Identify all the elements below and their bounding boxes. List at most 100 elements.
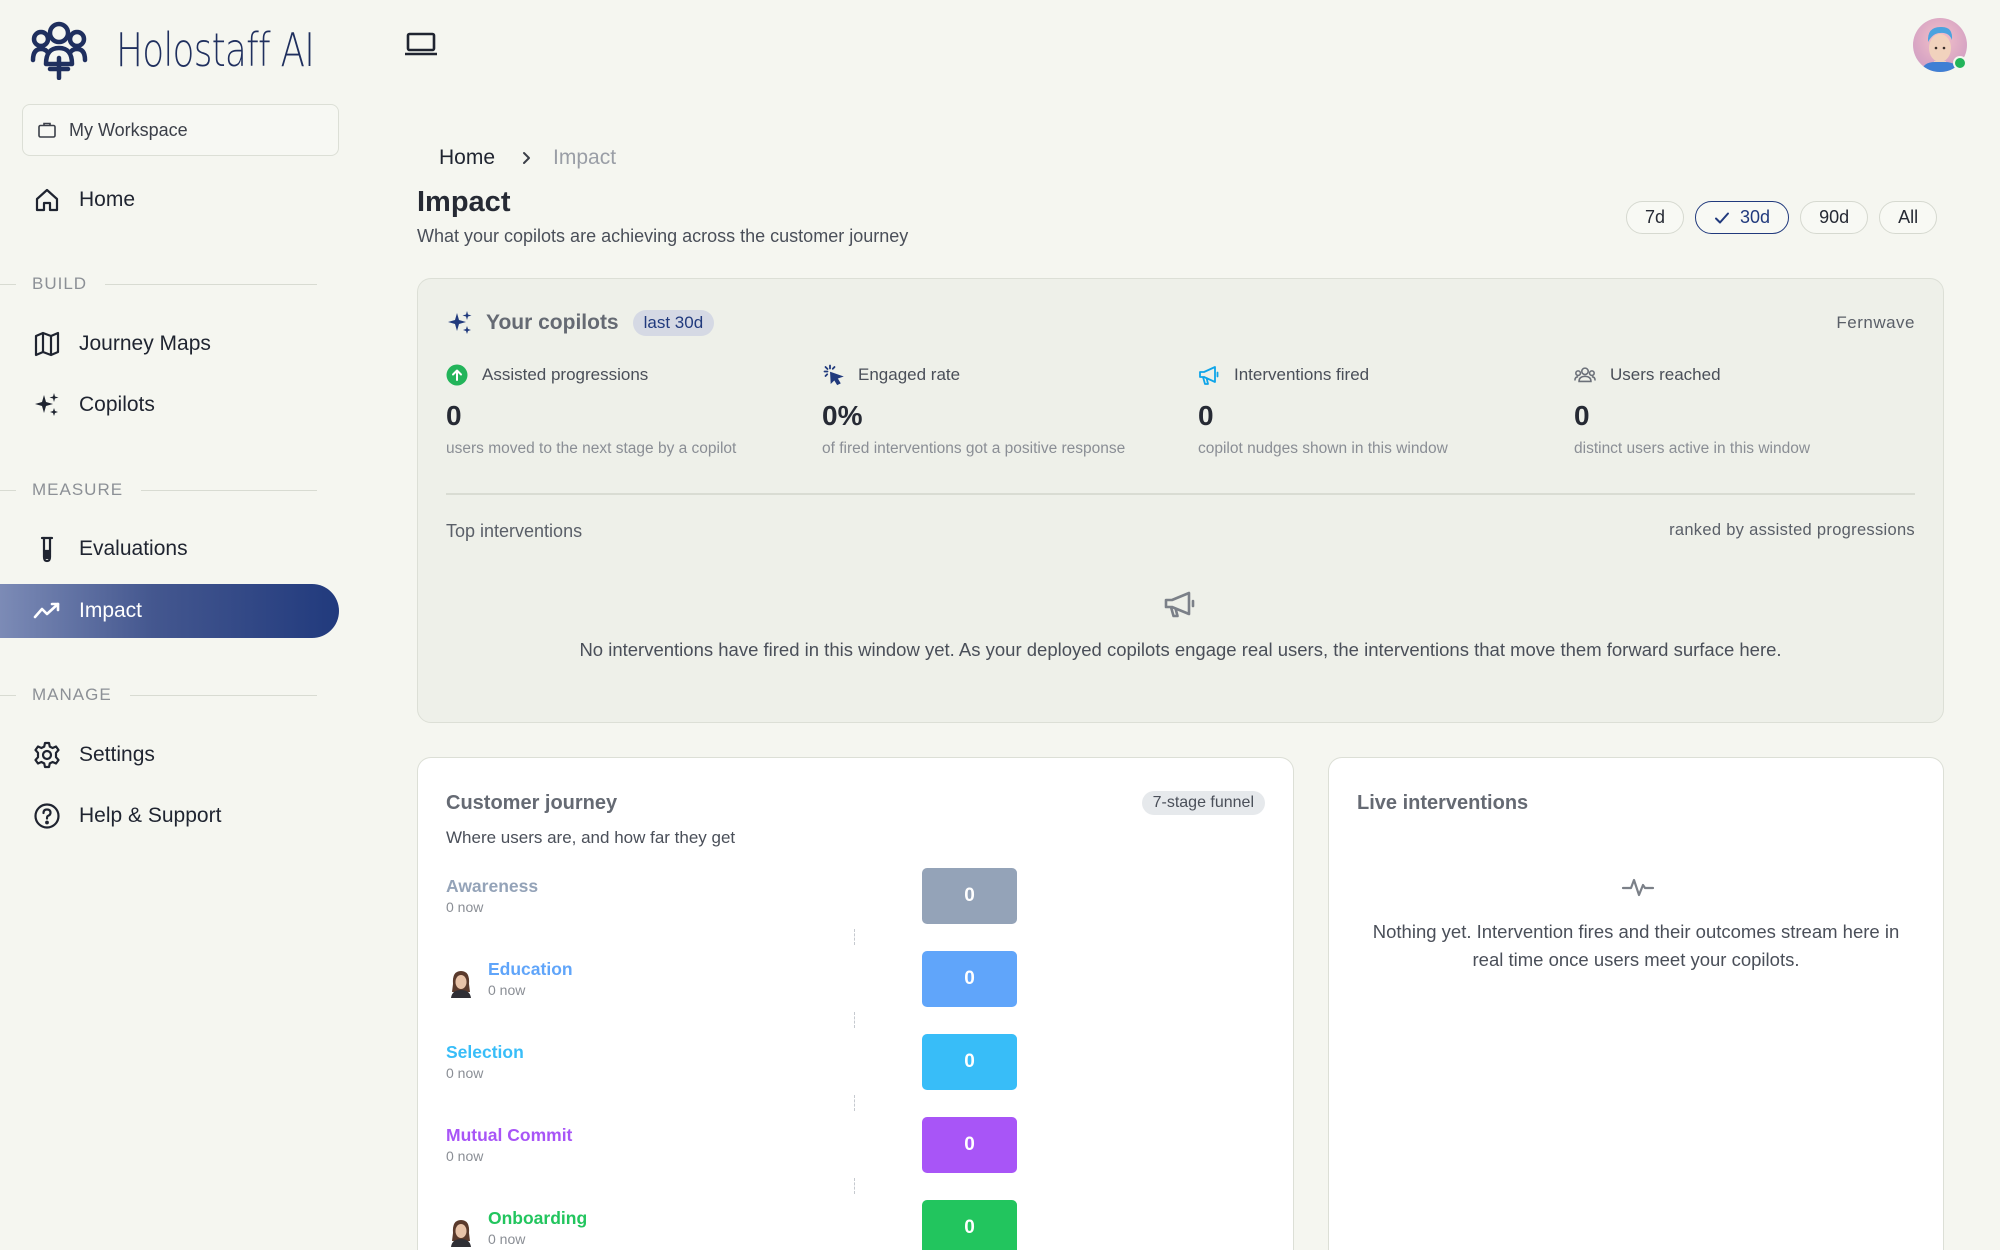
- stage-count-bar: 0: [922, 1200, 1017, 1250]
- copilot-avatar-icon: [451, 1220, 471, 1247]
- copilots-card-header: Your copilots last 30d: [446, 309, 715, 337]
- customer-journey-subtitle: Where users are, and how far they get: [446, 828, 736, 847]
- sidebar-item-label: Impact: [79, 599, 143, 622]
- check-icon: [1715, 212, 1730, 223]
- workspace-name: My Workspace: [69, 119, 188, 140]
- briefcase-icon: [38, 122, 56, 138]
- stage-name: Selection: [446, 1042, 524, 1062]
- funnel-stage-onboarding[interactable]: Onboarding 0 now 0: [446, 1200, 1266, 1250]
- page-title: Impact: [417, 186, 511, 218]
- trend-line-icon: [33, 602, 60, 619]
- metric-value: 0%: [822, 400, 863, 431]
- help-circle-icon: [34, 803, 60, 829]
- range-7d-button[interactable]: 7d: [1626, 201, 1685, 234]
- metric-label: Interventions fired: [1234, 365, 1370, 384]
- metric-description: users moved to the next stage by a copil…: [446, 440, 737, 457]
- time-range-selector: 7d 30d 90d All: [1626, 201, 1938, 234]
- metric-label: Users reached: [1610, 365, 1721, 384]
- sidebar-item-journey-maps[interactable]: Journey Maps: [0, 317, 339, 371]
- megaphone-icon: [1164, 591, 1195, 618]
- sparkles-icon: [448, 311, 472, 334]
- sidebar-item-copilots[interactable]: Copilots: [0, 378, 339, 432]
- funnel-connector: [854, 929, 855, 945]
- divider: [446, 493, 1915, 495]
- stage-count-bar: 0: [922, 1034, 1017, 1090]
- funnel-connector: [854, 1095, 855, 1111]
- funnel-badge: 7-stage funnel: [1141, 791, 1265, 815]
- live-interventions-card: Live interventions Nothing yet. Interven…: [1328, 757, 1944, 1250]
- chevron-right-icon: [523, 152, 531, 164]
- organization-name: Fernwave: [1836, 313, 1915, 332]
- sidebar-item-impact[interactable]: Impact: [0, 584, 339, 638]
- stage-name: Mutual Commit: [446, 1125, 573, 1145]
- sidebar-item-settings[interactable]: Settings: [0, 728, 339, 782]
- live-interventions-title: Live interventions: [1357, 792, 1529, 814]
- sidebar-item-evaluations[interactable]: Evaluations: [0, 522, 339, 576]
- test-tube-icon: [40, 536, 54, 563]
- metric-engaged-rate: Engaged rate 0% of fired interventions g…: [822, 364, 1162, 458]
- metric-value: 0: [1198, 400, 1214, 431]
- funnel-stage-awareness[interactable]: Awareness 0 now 0: [446, 868, 1266, 924]
- copilots-card-title: Your copilots: [486, 311, 619, 334]
- funnel-stage-selection[interactable]: Selection 0 now 0: [446, 1034, 1266, 1090]
- gear-icon: [34, 741, 60, 769]
- stage-now-count: 0 now: [446, 1065, 484, 1081]
- sidebar-item-label: Copilots: [79, 393, 155, 416]
- top-interventions-empty-state: No interventions have fired in this wind…: [579, 639, 1782, 660]
- range-all-button[interactable]: All: [1879, 201, 1938, 234]
- stage-count-bar: 0: [922, 868, 1017, 924]
- period-badge: last 30d: [632, 310, 715, 336]
- section-build: BUILD: [0, 274, 317, 294]
- stage-now-count: 0 now: [488, 982, 526, 998]
- sparkles-icon: [35, 393, 59, 416]
- metric-description: distinct users active in this window: [1574, 440, 1811, 457]
- sidebar-item-label: Home: [79, 188, 136, 211]
- laptop-icon[interactable]: [403, 30, 439, 60]
- sidebar: Holostaff AI My Workspace Home BUILD Jou…: [0, 0, 360, 1250]
- funnel-stage-mutual-commit[interactable]: Mutual Commit 0 now 0: [446, 1117, 1266, 1173]
- stage-name: Onboarding: [488, 1208, 588, 1228]
- section-manage: MANAGE: [0, 685, 317, 705]
- metric-description: copilot nudges shown in this window: [1198, 440, 1448, 457]
- users-icon: [1574, 367, 1596, 383]
- section-measure: MEASURE: [0, 480, 317, 500]
- funnel-stage-education[interactable]: Education 0 now 0: [446, 951, 1266, 1007]
- top-interventions-label: Top interventions: [446, 521, 583, 541]
- cursor-click-icon: [823, 364, 844, 386]
- arrow-up-circle-icon: [446, 364, 468, 386]
- app-logo[interactable]: Holostaff AI: [30, 20, 370, 80]
- metric-assisted-progressions: Assisted progressions 0 users moved to t…: [446, 364, 786, 458]
- online-status-dot: [1953, 56, 1967, 70]
- stage-now-count: 0 now: [446, 899, 484, 915]
- range-90d-button[interactable]: 90d: [1800, 201, 1869, 234]
- sidebar-item-label: Help & Support: [79, 804, 222, 827]
- funnel-connector: [854, 1178, 855, 1194]
- copilot-avatar-icon: [451, 971, 471, 998]
- sidebar-item-label: Journey Maps: [79, 332, 211, 355]
- sidebar-item-label: Evaluations: [79, 537, 188, 560]
- sidebar-item-home[interactable]: Home: [0, 173, 339, 227]
- range-30d-button[interactable]: 30d: [1695, 201, 1790, 234]
- workspace-selector[interactable]: My Workspace: [22, 104, 339, 156]
- metric-value: 0: [446, 400, 462, 431]
- customer-journey-card: Customer journey 7-stage funnel Where us…: [417, 757, 1294, 1250]
- app-name: Holostaff AI: [116, 23, 315, 77]
- metric-description: of fired interventions got a positive re…: [822, 440, 1126, 457]
- metric-label: Assisted progressions: [482, 365, 649, 384]
- top-interventions-rank-note: ranked by assisted progressions: [1669, 521, 1915, 539]
- metric-label: Engaged rate: [858, 365, 961, 384]
- breadcrumb: Home Impact: [439, 146, 616, 170]
- live-interventions-empty-state: Nothing yet. Intervention fires and thei…: [1372, 921, 1900, 970]
- stage-count-bar: 0: [922, 951, 1017, 1007]
- sidebar-item-label: Settings: [79, 743, 155, 766]
- metric-interventions-fired: Interventions fired 0 copilot nudges sho…: [1198, 364, 1538, 458]
- map-icon: [34, 331, 60, 357]
- home-icon: [35, 188, 59, 212]
- breadcrumb-home[interactable]: Home: [439, 146, 495, 170]
- stage-name: Education: [488, 959, 573, 979]
- sidebar-item-help[interactable]: Help & Support: [0, 789, 339, 843]
- stage-name: Awareness: [446, 876, 539, 896]
- breadcrumb-current: Impact: [553, 146, 617, 169]
- funnel-connector: [854, 1012, 855, 1028]
- stage-now-count: 0 now: [446, 1148, 484, 1164]
